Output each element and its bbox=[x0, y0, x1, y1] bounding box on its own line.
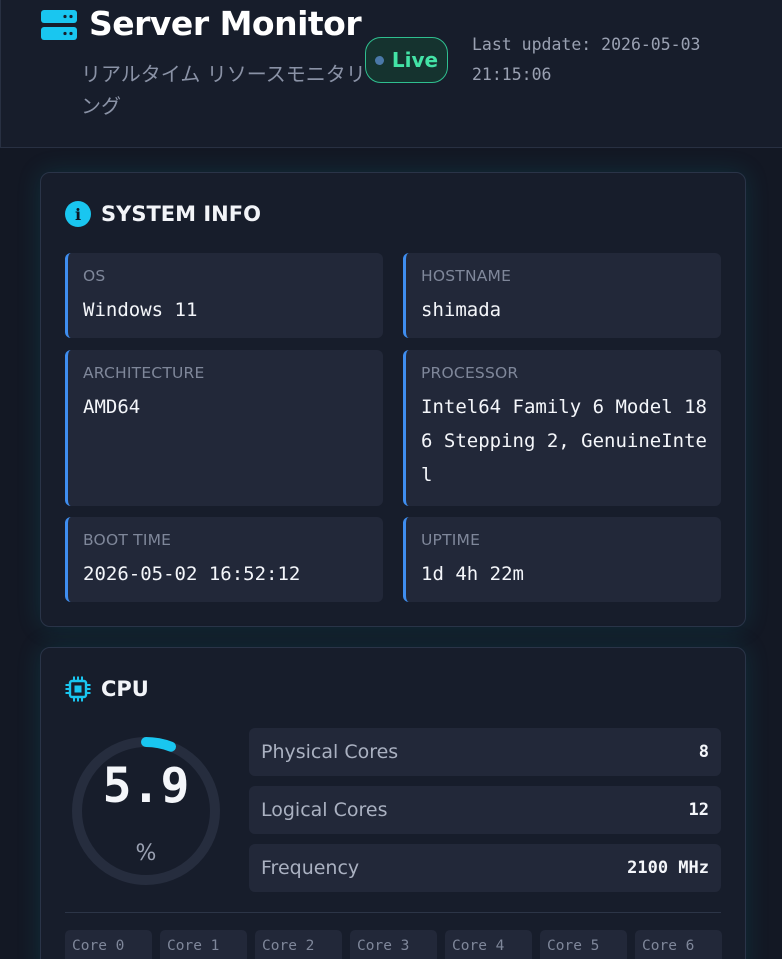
app-header: Server Monitor リアルタイム リソースモニタリング Live La… bbox=[0, 0, 782, 148]
system-info-card: i SYSTEM INFO OS Windows 11 HOSTNAME shi… bbox=[40, 172, 746, 627]
info-label: PROCESSOR bbox=[421, 364, 519, 382]
info-label: ARCHITECTURE bbox=[83, 364, 205, 382]
stat-label: Logical Cores bbox=[261, 799, 388, 821]
cpu-title: CPU bbox=[65, 676, 149, 702]
info-tile-uptime: UPTIME 1d 4h 22m bbox=[403, 517, 721, 602]
info-value: Intel64 Family 6 Model 186 Stepping 2, G… bbox=[421, 396, 707, 486]
info-label: OS bbox=[83, 267, 106, 285]
info-value: Windows 11 bbox=[83, 299, 198, 321]
cpu-stat-logical-cores: Logical Cores 12 bbox=[249, 786, 721, 834]
page-subtitle: リアルタイム リソースモニタリング bbox=[81, 62, 366, 118]
server-icon bbox=[41, 10, 77, 40]
info-tile-architecture: ARCHITECTURE AMD64 bbox=[65, 350, 383, 506]
cpu-stat-frequency: Frequency 2100 MHz bbox=[249, 844, 721, 892]
core-tile: Core 6 bbox=[635, 930, 722, 959]
live-label: Live bbox=[391, 48, 439, 72]
info-value: AMD64 bbox=[83, 396, 141, 418]
cpu-usage-unit: % bbox=[135, 841, 157, 866]
core-tile: Core 4 bbox=[445, 930, 532, 959]
core-list: Core 0 Core 1 Core 2 Core 3 Core 4 Core … bbox=[65, 930, 722, 959]
stat-value: 12 bbox=[688, 800, 709, 820]
core-tile: Core 1 bbox=[160, 930, 247, 959]
last-update: Last update: 2026-05-03 21:15:06 bbox=[472, 35, 701, 84]
system-info-heading: SYSTEM INFO bbox=[101, 202, 261, 226]
info-tile-hostname: HOSTNAME shimada bbox=[403, 253, 721, 338]
system-info-title: i SYSTEM INFO bbox=[65, 201, 261, 227]
cpu-divider bbox=[65, 912, 721, 913]
cpu-chip-icon bbox=[65, 676, 91, 702]
live-dot-icon bbox=[374, 55, 384, 65]
stat-value: 2100 MHz bbox=[627, 858, 709, 878]
stat-label: Frequency bbox=[261, 857, 360, 879]
cpu-usage-value: 5.9 bbox=[102, 758, 190, 814]
info-value: 1d 4h 22m bbox=[421, 563, 524, 585]
info-value: shimada bbox=[421, 299, 502, 321]
stat-label: Physical Cores bbox=[261, 741, 399, 763]
cpu-stat-physical-cores: Physical Cores 8 bbox=[249, 728, 721, 776]
page-title: Server Monitor bbox=[89, 4, 362, 43]
stat-value: 8 bbox=[698, 742, 709, 762]
info-label: BOOT TIME bbox=[83, 531, 172, 549]
core-tile: Core 3 bbox=[350, 930, 437, 959]
info-tile-os: OS Windows 11 bbox=[65, 253, 383, 338]
info-tile-processor: PROCESSOR Intel64 Family 6 Model 186 Ste… bbox=[403, 350, 721, 506]
cpu-heading: CPU bbox=[101, 677, 149, 701]
info-value: 2026-05-02 16:52:12 bbox=[83, 563, 301, 585]
info-label: UPTIME bbox=[421, 531, 481, 549]
core-tile: Core 0 bbox=[65, 930, 152, 959]
info-tile-boot-time: BOOT TIME 2026-05-02 16:52:12 bbox=[65, 517, 383, 602]
live-badge: Live bbox=[365, 37, 448, 83]
cpu-card: CPU 5.9 % Physical Cores 8 Logical Cores… bbox=[40, 647, 746, 959]
core-tile: Core 5 bbox=[540, 930, 627, 959]
info-label: HOSTNAME bbox=[421, 267, 512, 285]
info-icon: i bbox=[65, 201, 91, 227]
core-tile: Core 2 bbox=[255, 930, 342, 959]
